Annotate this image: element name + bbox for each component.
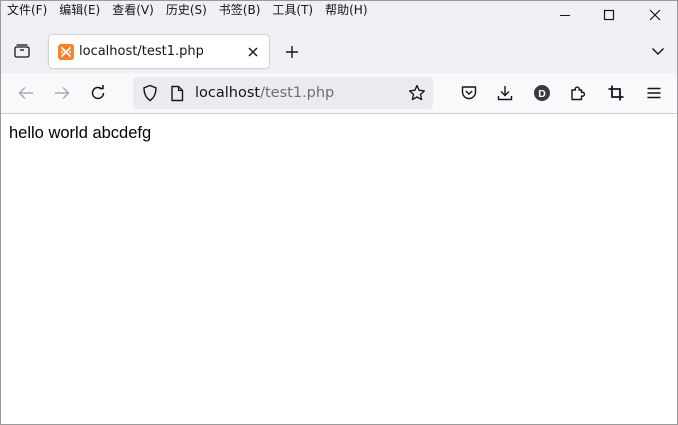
menu-view[interactable]: 查看(V) [106,1,160,21]
menu-bar: 文件(F) 编辑(E) 查看(V) 历史(S) 书签(B) 工具(T) 帮助(H… [1,1,374,21]
menu-bookmarks[interactable]: 书签(B) [213,1,267,21]
extensions-button[interactable] [566,81,590,105]
maximize-icon [603,9,615,21]
title-bar: 文件(F) 编辑(E) 查看(V) 历史(S) 书签(B) 工具(T) 帮助(H… [1,1,677,73]
crop-icon [608,85,624,101]
menu-history[interactable]: 历史(S) [160,1,213,21]
screenshot-button[interactable] [604,81,628,105]
arrow-right-icon [55,86,70,100]
maximize-button[interactable] [586,1,632,29]
page-content: hello world abcdefg [1,114,677,424]
url-bar[interactable]: localhost/test1.php [133,77,433,109]
minimize-button[interactable] [542,1,588,29]
hamburger-menu-icon [647,87,661,99]
puzzle-icon [571,86,586,101]
menu-help[interactable]: 帮助(H) [319,1,373,21]
close-window-button[interactable] [632,1,677,29]
url-input[interactable]: localhost/test1.php [195,84,334,102]
pocket-icon [461,86,477,100]
page-body-text: hello world abcdefg [9,124,152,142]
site-info-button[interactable] [169,84,185,102]
tab-active[interactable]: localhost/test1.php [49,35,269,68]
account-button[interactable]: D [530,81,554,105]
tab-close-button[interactable] [244,43,261,60]
menu-edit[interactable]: 编辑(E) [53,1,106,21]
nav-bar: localhost/test1.php D [1,73,677,114]
firefox-view-icon [14,44,30,58]
close-icon [649,9,661,21]
downloads-button[interactable] [493,81,517,105]
reload-button[interactable] [86,81,110,105]
minimize-icon [560,15,570,16]
chevron-down-icon [652,48,664,55]
account-initial: D [538,88,546,100]
back-button[interactable] [14,81,38,105]
star-icon [408,84,426,101]
arrow-left-icon [18,86,33,100]
url-host: localhost [195,85,261,101]
bookmark-star-button[interactable] [407,83,427,103]
firefox-view-button[interactable] [9,39,35,63]
menu-file[interactable]: 文件(F) [1,1,53,21]
forward-button[interactable] [50,81,74,105]
browser-window: 文件(F) 编辑(E) 查看(V) 历史(S) 书签(B) 工具(T) 帮助(H… [0,0,678,425]
close-icon [248,47,257,56]
list-all-tabs-button[interactable] [647,41,669,61]
tab-title: localhost/test1.php [79,44,204,59]
xampp-icon [58,44,74,60]
download-icon [497,86,513,101]
menu-tools[interactable]: 工具(T) [266,1,319,21]
new-tab-button[interactable] [281,41,303,63]
pocket-button[interactable] [457,81,481,105]
page-icon [171,85,184,101]
avatar: D [534,85,550,101]
tracking-protection-button[interactable] [141,84,159,102]
reload-icon [91,85,105,100]
app-menu-button[interactable] [642,81,666,105]
shield-icon [143,84,157,102]
url-path: /test1.php [260,85,335,101]
plus-icon [286,46,298,58]
